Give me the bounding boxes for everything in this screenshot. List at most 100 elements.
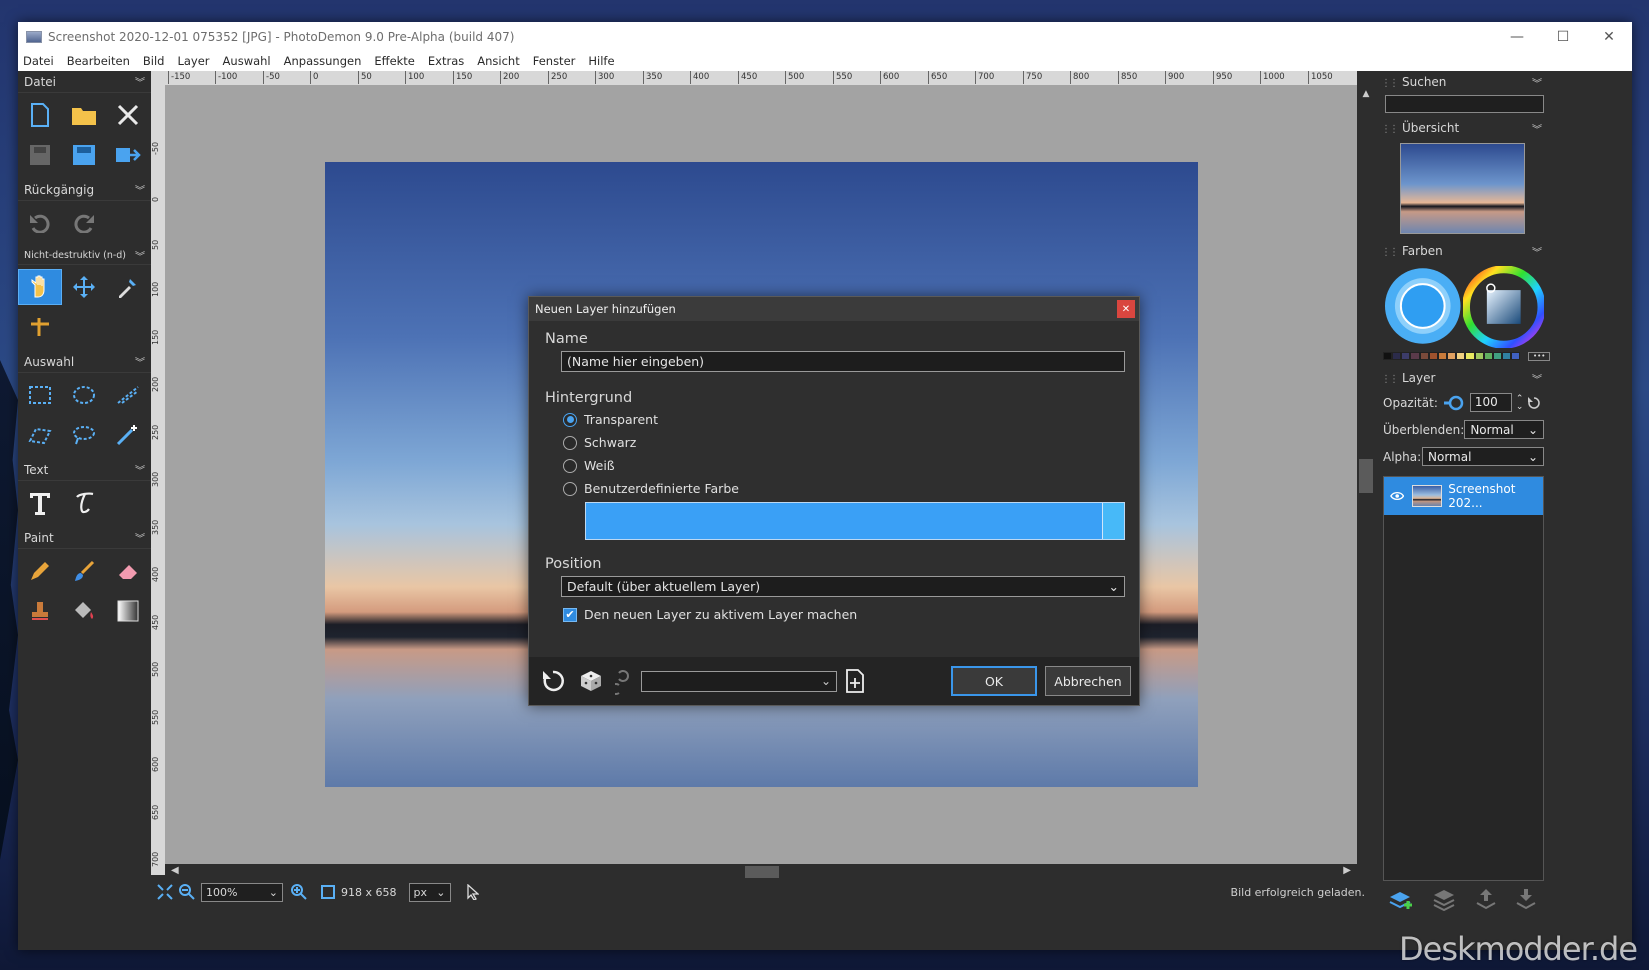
randomize-dice-icon[interactable] <box>579 669 603 693</box>
section-selection[interactable]: Auswahl ︾ <box>18 351 151 373</box>
drag-handle-icon[interactable]: ⋮⋮ <box>1381 78 1399 89</box>
layers-list[interactable]: Screenshot 202... <box>1383 476 1544 881</box>
drag-handle-icon[interactable]: ⋮⋮ <box>1381 374 1399 385</box>
vertical-scroll-thumb[interactable] <box>1359 459 1373 493</box>
fill-tool[interactable] <box>62 593 106 629</box>
search-input[interactable] <box>1385 95 1544 113</box>
menu-fenster[interactable]: Fenster <box>533 54 576 68</box>
scroll-left-icon[interactable]: ◀ <box>171 865 179 876</box>
layer-section-header[interactable]: ⋮⋮ Layer ︾ <box>1375 367 1550 389</box>
menu-anpassungen[interactable]: Anpassungen <box>284 54 362 68</box>
section-paint[interactable]: Paint ︾ <box>18 527 151 549</box>
opacity-slider-knob[interactable] <box>1443 395 1464 411</box>
minimize-button[interactable]: — <box>1494 22 1540 51</box>
radio-transparent[interactable]: Transparent <box>563 412 1123 427</box>
polygon-select-tool[interactable] <box>18 417 62 453</box>
move-layer-down-icon[interactable] <box>1515 887 1537 911</box>
unit-select[interactable]: px ⌄ <box>408 882 451 902</box>
menu-effekte[interactable]: Effekte <box>374 54 415 68</box>
primary-color-wheel[interactable] <box>1383 266 1463 346</box>
rect-select-tool[interactable] <box>18 377 62 413</box>
save-as-button[interactable] <box>62 137 106 173</box>
palette-swatch[interactable] <box>1511 352 1521 360</box>
save-preset-icon[interactable] <box>845 669 865 693</box>
hand-tool[interactable] <box>18 269 62 305</box>
colors-section-header[interactable]: ⋮⋮ Farben ︾ <box>1375 240 1550 262</box>
palette-swatch[interactable] <box>1383 352 1393 360</box>
radio-button-checked[interactable] <box>563 412 577 427</box>
overview-thumbnail[interactable] <box>1400 143 1525 234</box>
scroll-right-icon[interactable]: ▶ <box>1343 865 1351 876</box>
opacity-spinner[interactable]: ⌃ ⌄ <box>1516 394 1524 411</box>
palette-swatch[interactable] <box>1410 352 1420 360</box>
custom-color-swatch[interactable] <box>585 502 1125 540</box>
redo-button[interactable] <box>62 205 106 241</box>
dialog-close-button[interactable]: ✕ <box>1117 300 1135 318</box>
clone-stamp-tool[interactable] <box>18 593 62 629</box>
maximize-button[interactable]: ☐ <box>1540 22 1586 51</box>
reset-icon[interactable] <box>541 669 565 693</box>
menu-ansicht[interactable]: Ansicht <box>477 54 519 68</box>
palette-swatch[interactable] <box>1428 352 1438 360</box>
magic-wand-tool[interactable] <box>106 417 150 453</box>
zoom-in-icon[interactable] <box>291 884 307 900</box>
radio-black[interactable]: Schwarz <box>563 435 1123 450</box>
overview-section-header[interactable]: ⋮⋮ Übersicht ︾ <box>1375 117 1550 139</box>
dialog-title-bar[interactable]: Neuen Layer hinzufügen ✕ <box>529 297 1139 321</box>
reset-icon[interactable] <box>1527 396 1541 410</box>
palette-swatch[interactable] <box>1392 352 1402 360</box>
vertical-scrollbar[interactable]: ▲ <box>1357 85 1375 864</box>
palette-swatch[interactable] <box>1492 352 1503 360</box>
palette-swatch[interactable] <box>1447 352 1457 360</box>
ok-button[interactable]: OK <box>951 666 1037 696</box>
make-active-option[interactable]: ✔ Den neuen Layer zu aktivem Layer mache… <box>563 607 1123 622</box>
alpha-mode-select[interactable]: Normal ⌄ <box>1422 447 1544 466</box>
horizontal-scroll-thumb[interactable] <box>745 866 779 878</box>
gradient-tool[interactable] <box>106 593 150 629</box>
pencil-tool[interactable] <box>18 553 62 589</box>
radio-button[interactable] <box>563 458 577 473</box>
radio-custom-color[interactable]: Benutzerdefinierte Farbe <box>563 481 1123 496</box>
radio-button[interactable] <box>563 435 577 450</box>
palette-swatch[interactable] <box>1419 352 1429 360</box>
section-undo[interactable]: Rückgängig ︾ <box>18 179 151 201</box>
palette-swatch[interactable] <box>1483 352 1493 360</box>
radio-white[interactable]: Weiß <box>563 458 1123 473</box>
layer-item[interactable]: Screenshot 202... <box>1384 477 1543 515</box>
checkbox-checked[interactable]: ✔ <box>563 607 577 622</box>
color-palette[interactable]: ••• <box>1383 352 1551 361</box>
layer-name-input[interactable] <box>561 351 1125 372</box>
more-colors-button[interactable]: ••• <box>1528 352 1551 361</box>
redo-icon[interactable] <box>615 667 631 695</box>
radio-button[interactable] <box>563 481 577 496</box>
fit-to-window-icon[interactable] <box>157 884 173 900</box>
palette-swatch[interactable] <box>1401 352 1411 360</box>
close-button[interactable]: ✕ <box>1586 22 1632 51</box>
menu-bearbeiten[interactable]: Bearbeiten <box>67 54 130 68</box>
palette-swatch[interactable] <box>1502 352 1512 360</box>
line-select-tool[interactable] <box>106 377 150 413</box>
typography-tool[interactable] <box>62 485 106 521</box>
opacity-input[interactable]: 100 <box>1469 393 1512 412</box>
drag-handle-icon[interactable]: ⋮⋮ <box>1381 247 1399 258</box>
section-file[interactable]: Datei ︾ <box>18 71 151 93</box>
lasso-select-tool[interactable] <box>62 417 106 453</box>
zoom-out-icon[interactable] <box>179 884 195 900</box>
horizontal-scrollbar[interactable]: ◀ ▶ <box>165 864 1357 880</box>
palette-swatch[interactable] <box>1465 352 1475 360</box>
color-dropdown-tip[interactable] <box>1102 503 1124 539</box>
scroll-up-icon[interactable]: ▲ <box>1357 89 1375 99</box>
eraser-tool[interactable] <box>106 553 150 589</box>
blend-mode-select[interactable]: Normal ⌄ <box>1464 420 1544 439</box>
basic-text-tool[interactable] <box>18 485 62 521</box>
menu-layer[interactable]: Layer <box>177 54 209 68</box>
preset-select[interactable]: ⌄ <box>641 670 837 692</box>
eye-icon[interactable] <box>1390 490 1405 502</box>
drag-handle-icon[interactable]: ⋮⋮ <box>1381 124 1399 135</box>
export-button[interactable] <box>106 137 150 173</box>
palette-swatch[interactable] <box>1456 352 1466 360</box>
undo-button[interactable] <box>18 205 62 241</box>
section-nondestructive[interactable]: Nicht-destruktiv (n-d) ︾ <box>18 247 151 265</box>
menu-extras[interactable]: Extras <box>428 54 464 68</box>
position-select[interactable]: Default (über aktuellem Layer) ⌄ <box>561 576 1125 597</box>
